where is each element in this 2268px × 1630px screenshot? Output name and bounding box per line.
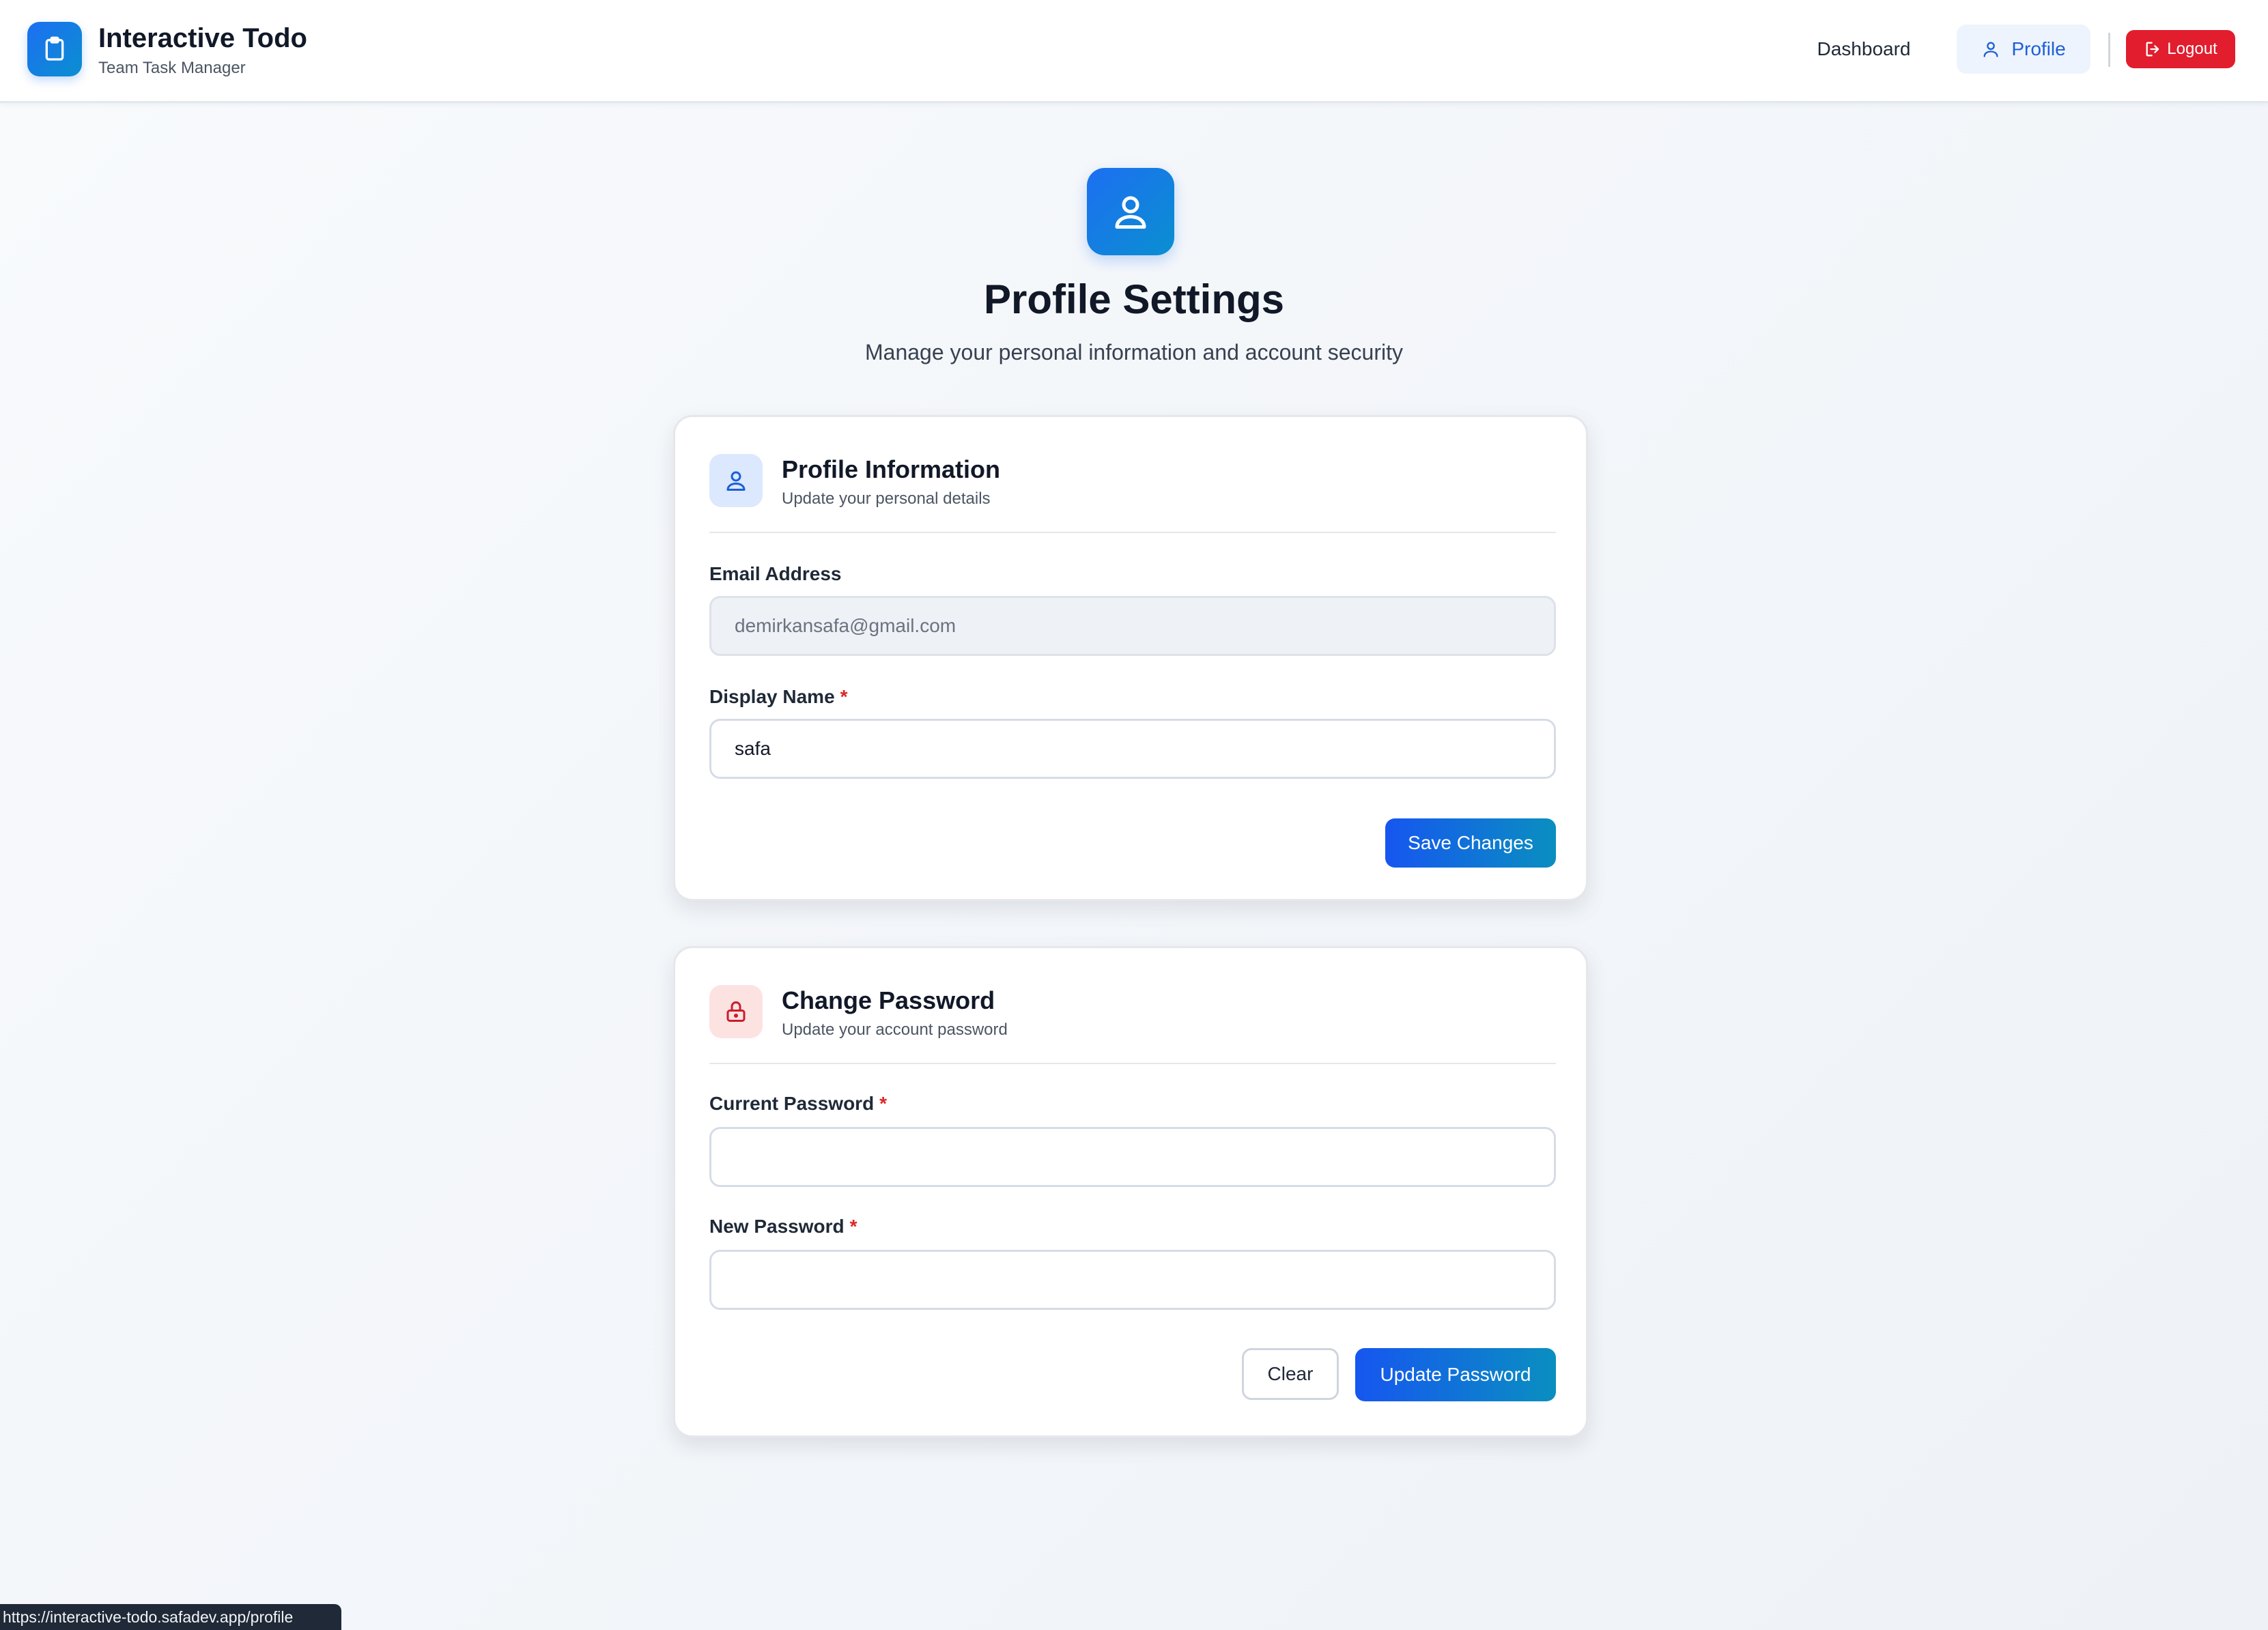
email-label: Email Address — [709, 563, 841, 585]
display-name-input[interactable] — [709, 719, 1556, 779]
password-card-title: Change Password — [782, 986, 995, 1014]
password-card-badge — [709, 985, 763, 1038]
logout-icon — [2146, 42, 2159, 57]
save-changes-button[interactable]: Save Changes — [1385, 818, 1556, 868]
card-divider — [709, 1063, 1556, 1064]
nav-profile-link[interactable]: Profile — [1957, 25, 2090, 74]
new-password-label-text: New Password — [709, 1216, 845, 1237]
logout-button[interactable]: Logout — [2126, 30, 2235, 68]
user-icon — [1983, 42, 1998, 57]
logout-label: Logout — [2167, 40, 2217, 58]
display-name-label-text: Display Name — [709, 686, 835, 707]
required-marker: * — [840, 686, 848, 707]
required-marker: * — [879, 1093, 888, 1114]
password-card-subtitle: Update your account password — [782, 1020, 1008, 1039]
top-header: Interactive Todo Team Task Manager Dashb… — [0, 0, 2268, 103]
app-logo[interactable] — [27, 22, 82, 76]
clear-button[interactable]: Clear — [1242, 1348, 1339, 1400]
current-password-label-text: Current Password — [709, 1093, 875, 1114]
clipboard-icon — [45, 36, 64, 61]
nav-profile-label: Profile — [2011, 38, 2066, 59]
nav-dashboard-link[interactable]: Dashboard — [1802, 25, 1925, 74]
lock-icon — [726, 1001, 746, 1022]
page-subtitle: Manage your personal information and acc… — [865, 340, 1403, 364]
user-icon — [726, 471, 746, 491]
current-password-label: Current Password * — [709, 1093, 887, 1115]
profile-card-subtitle: Update your personal details — [782, 489, 991, 508]
nav-divider — [2108, 33, 2110, 67]
new-password-input[interactable] — [709, 1250, 1556, 1310]
app-subtitle: Team Task Manager — [98, 59, 246, 77]
link-preview-status-bar: https://interactive-todo.safadev.app/pro… — [0, 1604, 341, 1630]
change-password-card: Change Password Update your account pass… — [673, 946, 1588, 1438]
email-field[interactable] — [709, 596, 1556, 656]
app-title: Interactive Todo — [98, 23, 307, 53]
card-divider — [709, 532, 1556, 533]
user-icon — [1115, 196, 1146, 229]
profile-hero-badge — [1087, 168, 1174, 255]
display-name-label: Display Name * — [709, 686, 848, 708]
profile-card-title: Profile Information — [782, 455, 1001, 483]
profile-card-badge — [709, 454, 763, 507]
required-marker: * — [849, 1216, 857, 1237]
current-password-input[interactable] — [709, 1127, 1556, 1187]
email-label-text: Email Address — [709, 563, 842, 584]
update-password-button[interactable]: Update Password — [1355, 1348, 1556, 1401]
new-password-label: New Password * — [709, 1216, 857, 1238]
profile-information-card: Profile Information Update your personal… — [673, 415, 1588, 901]
page-title: Profile Settings — [983, 276, 1285, 322]
